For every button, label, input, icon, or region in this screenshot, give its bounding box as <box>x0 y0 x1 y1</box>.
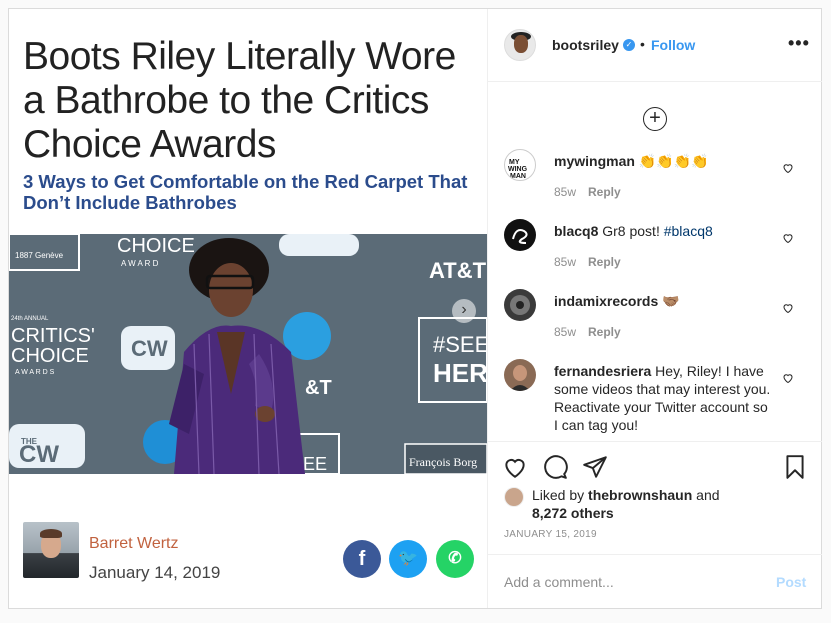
heart-icon[interactable] <box>782 302 794 314</box>
post-date: JANUARY 15, 2019 <box>504 529 597 540</box>
comment-text: mywingman 👏👏👏👏 <box>554 152 774 170</box>
liker-avatar[interactable] <box>504 487 524 507</box>
comment-icon[interactable] <box>542 454 568 480</box>
likes-count[interactable]: 8,272 others <box>532 504 732 522</box>
post-modal: Boots Riley Literally Wore a Bathrobe to… <box>8 8 822 609</box>
whatsapp-share-icon[interactable]: ✆ <box>436 540 474 578</box>
hashtag-link[interactable]: #blacq8 <box>664 223 713 239</box>
author-avatar[interactable] <box>504 29 536 61</box>
backdrop-annual: 24th ANNUAL <box>11 316 49 322</box>
reply-button[interactable]: Reply <box>588 255 621 269</box>
article-header: Boots Riley Literally Wore a Bathrobe to… <box>9 9 487 234</box>
liker-username[interactable]: thebrownshaun <box>588 487 692 503</box>
commenter-avatar[interactable] <box>504 289 536 321</box>
more-options-icon[interactable]: ••• <box>788 33 810 54</box>
comment-body: Gr8 post! <box>602 223 664 239</box>
bookmark-icon[interactable] <box>782 454 808 480</box>
commenter-avatar[interactable] <box>504 219 536 251</box>
reply-button[interactable]: Reply <box>588 185 621 199</box>
backdrop-her: HER <box>433 358 487 388</box>
add-comment-bar: Post <box>488 554 822 608</box>
article-byline: Barret Wertz January 14, 2019 f 🐦 ✆ <box>9 474 487 608</box>
backdrop-ee: EE <box>303 454 327 474</box>
follow-button[interactable]: Follow <box>651 37 695 53</box>
commenter-username[interactable]: blacq8 <box>554 223 598 239</box>
carousel-next-icon[interactable]: › <box>452 299 476 323</box>
post-media: Boots Riley Literally Wore a Bathrobe to… <box>9 9 487 608</box>
comment-text: blacq8 Gr8 post! #blacq8 <box>554 222 774 240</box>
load-more-icon[interactable]: + <box>643 107 667 131</box>
heart-icon[interactable] <box>502 454 528 480</box>
article-date: January 14, 2019 <box>89 563 221 582</box>
backdrop-choice-top: CHOICE <box>117 235 195 257</box>
comment-time: 85w <box>554 185 577 199</box>
twitter-share-icon[interactable]: 🐦 <box>389 540 427 578</box>
svg-text:MAN: MAN <box>510 173 526 180</box>
comment-time: 85w <box>554 325 577 339</box>
author-avatar <box>23 522 79 578</box>
liked-by-prefix: Liked by <box>532 487 589 503</box>
post-username[interactable]: bootsriley <box>552 37 619 53</box>
comment-text: fernandesriera Hey, Riley! I have some v… <box>554 362 774 434</box>
heart-icon[interactable] <box>782 232 794 244</box>
backdrop-att-partial: &T <box>305 377 332 399</box>
comment-body: 👏👏👏👏 <box>638 153 709 169</box>
commenter-username[interactable]: mywingman <box>554 153 635 169</box>
red-carpet-illustration: 1887 Genève CHOICE A W A R D 24th ANNUAL… <box>9 234 487 474</box>
commenter-username[interactable]: indamixrecords <box>554 293 658 309</box>
facebook-share-icon[interactable]: f <box>343 540 381 578</box>
verified-icon: ✓ <box>623 39 635 51</box>
share-icon[interactable] <box>582 454 608 480</box>
commenter-avatar[interactable] <box>504 359 536 391</box>
backdrop-see: #SEE <box>433 332 487 357</box>
heart-icon[interactable] <box>782 372 794 384</box>
separator-dot: • <box>640 36 645 52</box>
article-headline: Boots Riley Literally Wore a Bathrobe to… <box>23 35 456 166</box>
backdrop-att: AT&T <box>429 258 487 283</box>
author-name[interactable]: Barret Wertz <box>89 535 179 553</box>
backdrop-critics: CRITICS' <box>11 325 95 347</box>
comment-time: 85w <box>554 255 577 269</box>
heart-icon[interactable] <box>782 162 794 174</box>
comment-body: 🤝🏽 <box>662 293 680 309</box>
backdrop-francois: François Borg <box>409 455 477 469</box>
backdrop-cw-2: CW <box>19 441 59 468</box>
comment-meta: 85w Reply <box>554 185 621 199</box>
backdrop-awards: A W A R D S <box>15 369 55 376</box>
liked-by-text: Liked by thebrownshaun and <box>532 486 782 504</box>
liked-by-suffix: and <box>692 487 720 503</box>
article-subhead: 3 Ways to Get Comfortable on the Red Car… <box>23 171 468 213</box>
backdrop-1887: 1887 Genève <box>15 251 64 260</box>
commenter-username[interactable]: fernandesriera <box>554 363 651 379</box>
reply-button[interactable]: Reply <box>588 325 621 339</box>
commenter-avatar[interactable]: MY WING MAN <box>504 149 536 181</box>
post-button[interactable]: Post <box>776 574 806 590</box>
backdrop-choice: CHOICE <box>11 345 89 367</box>
post-header: bootsriley ✓ • Follow ••• <box>488 9 822 82</box>
svg-text:MY: MY <box>509 159 520 166</box>
comment-text: indamixrecords 🤝🏽 <box>554 292 774 310</box>
red-carpet-photo: 1887 Genève CHOICE A W A R D 24th ANNUAL… <box>9 234 487 474</box>
comment-meta: 85w Reply <box>554 255 621 269</box>
backdrop-awards-top: A W A R D <box>121 259 159 268</box>
comment-meta: 85w Reply <box>554 325 621 339</box>
svg-text:WING: WING <box>508 166 528 173</box>
comments-list: MY WING MAN mywingman 👏👏👏👏 85w Reply blacq8… <box>488 149 822 441</box>
post-sidebar: bootsriley ✓ • Follow ••• + MY WING MAN my… <box>487 9 822 608</box>
backdrop-cw-1: CW <box>131 336 168 361</box>
comment-input[interactable] <box>504 572 754 592</box>
